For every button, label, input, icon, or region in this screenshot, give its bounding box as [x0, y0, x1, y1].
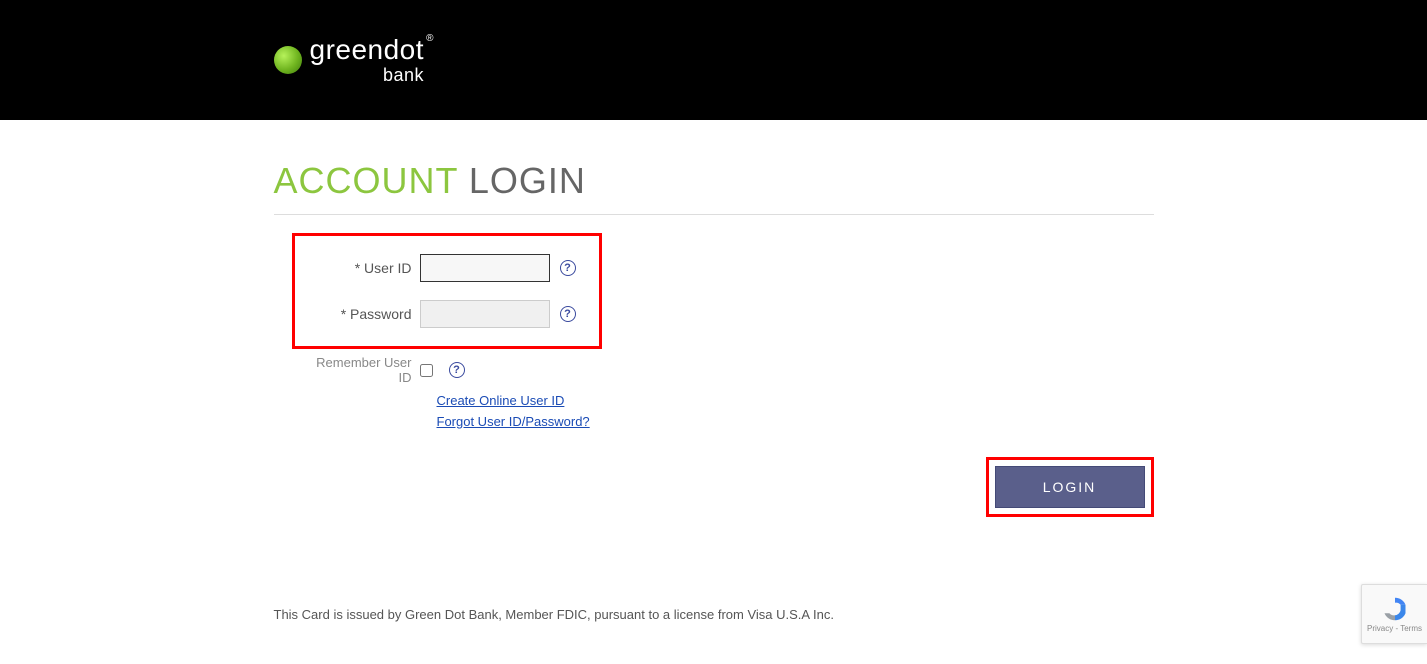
password-label: * Password [305, 306, 420, 322]
userid-label: * User ID [305, 260, 420, 276]
userid-input[interactable] [420, 254, 550, 282]
create-userid-link[interactable]: Create Online User ID [437, 393, 1154, 408]
site-header: greendot® bank [0, 0, 1427, 120]
page-title: ACCOUNT LOGIN [274, 160, 1154, 215]
credentials-highlight-box: * User ID ? * Password ? [292, 233, 602, 349]
links-column: Create Online User ID Forgot User ID/Pas… [292, 393, 1154, 429]
remember-checkbox[interactable] [420, 364, 433, 377]
password-input[interactable] [420, 300, 550, 328]
logo[interactable]: greendot® bank [274, 36, 1154, 84]
recaptcha-privacy[interactable]: Privacy [1367, 624, 1393, 633]
recaptcha-icon [1381, 595, 1409, 623]
password-row: * Password ? [305, 300, 589, 328]
userid-help-icon[interactable]: ? [560, 260, 576, 276]
brand-name-text: greendot [310, 34, 425, 65]
main-content: ACCOUNT LOGIN * User ID ? * Password ? R… [274, 120, 1154, 622]
userid-row: * User ID ? [305, 254, 589, 282]
recaptcha-label: Privacy - Terms [1367, 625, 1422, 634]
footer-disclaimer: This Card is issued by Green Dot Bank, M… [274, 607, 1154, 622]
login-highlight-box: LOGIN [986, 457, 1154, 517]
greendot-logo-icon [274, 46, 302, 74]
remember-label: Remember User ID [307, 355, 420, 385]
login-button[interactable]: LOGIN [995, 466, 1145, 508]
login-form: * User ID ? * Password ? Remember User I… [274, 233, 1154, 517]
title-login-word: LOGIN [469, 160, 586, 201]
recaptcha-terms[interactable]: Terms [1400, 624, 1422, 633]
brand-sub: bank [310, 66, 425, 84]
button-area: LOGIN [274, 457, 1154, 517]
password-help-icon[interactable]: ? [560, 306, 576, 322]
below-credentials: Remember User ID ? Create Online User ID… [292, 355, 1154, 429]
remember-help-icon[interactable]: ? [449, 362, 465, 378]
recaptcha-badge[interactable]: Privacy - Terms [1361, 584, 1427, 644]
remember-row: Remember User ID ? [292, 355, 1154, 385]
trademark-symbol: ® [426, 34, 434, 44]
forgot-credentials-link[interactable]: Forgot User ID/Password? [437, 414, 1154, 429]
title-account-word: ACCOUNT [274, 160, 458, 201]
brand-name: greendot® [310, 36, 425, 64]
